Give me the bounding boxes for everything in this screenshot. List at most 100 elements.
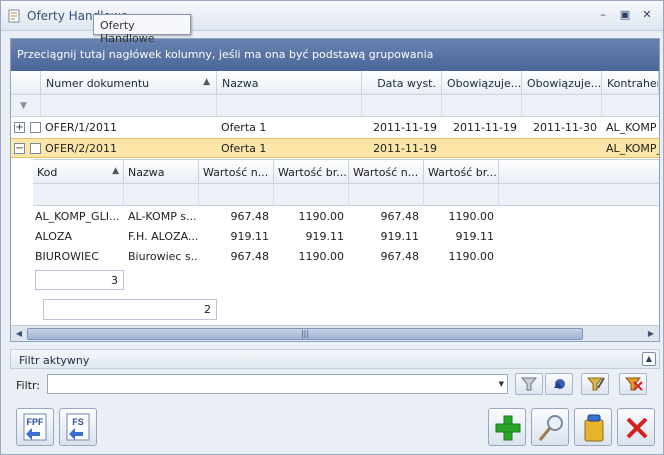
close-window-button[interactable]: ✕ <box>639 7 655 23</box>
filter-cell-nazwa[interactable] <box>217 95 362 117</box>
filter-panel-header: Filtr aktywny ▲ <box>10 349 660 369</box>
sub-filter-cell-v2[interactable] <box>274 184 349 206</box>
table-row-selected[interactable]: − OFER/2/2011 Oferta 1 2011-11-19 AL_KOM… <box>11 138 659 158</box>
sub-column-header-empty <box>499 160 659 184</box>
cell-value: 1190.00 <box>448 210 495 223</box>
cell-kod: BIUROWIEC <box>35 250 99 263</box>
sub-column-header-wartosc-brutto[interactable]: Wartość br... <box>274 160 349 184</box>
cell-value: 967.48 <box>230 250 270 263</box>
fs-document-icon: FS <box>66 413 90 441</box>
chevron-down-icon[interactable]: ▼ <box>499 380 504 388</box>
row-checkbox[interactable] <box>30 122 41 133</box>
sub-filter-cell-v4[interactable] <box>424 184 499 206</box>
column-header-data-wyst[interactable]: Data wyst. <box>362 71 442 95</box>
cell-numer: OFER/2/2011 <box>45 142 117 155</box>
cell-kod: AL_KOMP_GLI... <box>35 210 120 223</box>
column-header-label: Numer dokumentu <box>46 77 150 90</box>
column-header-label: Wartość br... <box>278 166 347 179</box>
expand-icon[interactable]: + <box>14 122 25 133</box>
cell-nazwa: Oferta 1 <box>221 142 267 155</box>
cell-value: 919.11 <box>380 230 420 243</box>
search-button[interactable] <box>531 408 569 446</box>
cell-value: 1190.00 <box>298 250 345 263</box>
funnel-edit-icon <box>586 377 605 391</box>
collapse-icon[interactable]: − <box>14 143 25 154</box>
column-header-label: Nazwa <box>128 166 165 179</box>
scrollbar-thumb[interactable]: ||| <box>27 328 583 340</box>
oferty-handlowe-window: Oferty Handlowe – ▣ ✕ Przeciągnij tutaj … <box>0 0 664 455</box>
filter-button[interactable] <box>515 373 543 395</box>
cell-kod: ALOZA <box>35 230 72 243</box>
cell-nazwa: Oferta 1 <box>221 121 267 134</box>
column-header-label: Kontrahen <box>607 77 659 90</box>
close-button[interactable] <box>617 408 655 446</box>
table-row[interactable]: + OFER/1/2011 Oferta 1 2011-11-19 2011-1… <box>11 118 659 138</box>
cell-value: 967.48 <box>380 210 420 223</box>
filter-cell-numer[interactable] <box>41 95 217 117</box>
sub-filter-cell-kod[interactable] <box>33 184 124 206</box>
sub-filter-empty <box>499 184 659 206</box>
cell-nazwa: F.H. ALOZA... <box>128 230 199 243</box>
scroll-left-icon[interactable]: ◀ <box>13 328 25 340</box>
column-header-obowiazuje-od[interactable]: Obowiązuje... <box>442 71 522 95</box>
filter-cell-od[interactable] <box>442 95 522 117</box>
column-header-nazwa[interactable]: Nazwa <box>217 71 362 95</box>
horizontal-scrollbar[interactable]: ◀ ||| ▶ <box>11 325 659 341</box>
table-row[interactable]: AL_KOMP_GLI... AL-KOMP s... 967.48 1190.… <box>33 207 499 227</box>
cell-value: 1190.00 <box>448 250 495 263</box>
sub-column-header-nazwa[interactable]: Nazwa <box>124 160 199 184</box>
cell-kontrahent: AL_KOMP_ <box>606 142 659 155</box>
filter-settings-button[interactable] <box>581 373 609 395</box>
sub-filter-cell-v3[interactable] <box>349 184 424 206</box>
sub-column-header-wartosc-brutto-2[interactable]: Wartość br... <box>424 160 499 184</box>
fs-button[interactable]: FS <box>59 408 97 446</box>
delete-button[interactable] <box>574 408 612 446</box>
scroll-right-icon[interactable]: ▶ <box>645 328 657 340</box>
column-header-label: Data wyst. <box>377 77 436 90</box>
filter-row: ▼ <box>11 95 659 117</box>
cell-do <box>522 139 600 159</box>
column-header-obowiazuje-do[interactable]: Obowiązuje... <box>522 71 602 95</box>
column-header-label: Wartość n... <box>203 166 269 179</box>
cell-do: 2011-11-30 <box>533 121 597 134</box>
cell-value: 967.48 <box>230 210 270 223</box>
advanced-filter-button[interactable] <box>545 373 573 395</box>
collapse-panel-button[interactable]: ▲ <box>642 352 656 366</box>
column-header-label: Obowiązuje... <box>447 77 522 90</box>
sub-filter-cell-nazwa[interactable] <box>124 184 199 206</box>
cell-value: 1190.00 <box>298 210 345 223</box>
cell-kontrahent: AL_KOMP - <box>606 121 659 134</box>
sub-column-header-kod[interactable]: Kod ▲ <box>33 160 124 184</box>
row-checkbox[interactable] <box>30 143 41 154</box>
filter-label: Filtr: <box>16 379 40 392</box>
fpf-button[interactable]: FPF <box>16 408 54 446</box>
column-header-kontrahent[interactable]: Kontrahen <box>602 71 659 95</box>
sub-filter-cell-v1[interactable] <box>199 184 274 206</box>
clear-filter-button[interactable] <box>619 373 647 395</box>
column-selector-header[interactable] <box>11 71 41 95</box>
filter-cell-data[interactable] <box>362 95 442 117</box>
sub-column-header-wartosc-netto-2[interactable]: Wartość n... <box>349 160 424 184</box>
table-row[interactable]: ALOZA F.H. ALOZA... 919.11 919.11 919.11… <box>33 227 499 247</box>
plus-icon <box>495 415 521 441</box>
sub-column-header-wartosc-netto[interactable]: Wartość n... <box>199 160 274 184</box>
table-row[interactable]: BIUROWIEC Biurowiec s... 967.48 1190.00 … <box>33 247 499 267</box>
filter-combobox[interactable]: ▼ <box>47 374 508 394</box>
filter-panel-label: Filtr aktywny <box>19 354 90 367</box>
filter-cell-do[interactable] <box>522 95 602 117</box>
cell-data: 2011-11-19 <box>373 142 437 155</box>
add-button[interactable] <box>488 408 526 446</box>
funnel-clear-icon <box>624 377 643 391</box>
filter-cell-kontrahent[interactable] <box>602 95 659 117</box>
document-icon <box>8 9 20 23</box>
minimize-button[interactable]: – <box>595 7 611 23</box>
maximize-button[interactable]: ▣ <box>617 7 633 23</box>
column-header-numer-dokumentu[interactable]: Numer dokumentu ▲ <box>41 71 217 95</box>
cell-nazwa: AL-KOMP s... <box>128 210 197 223</box>
cell-value: 919.11 <box>305 230 345 243</box>
cell-od: 2011-11-19 <box>453 121 517 134</box>
magnifier-icon <box>538 415 563 441</box>
grid-count-footer: 2 <box>43 299 217 320</box>
tooltip: Oferty Handlowe <box>93 14 191 45</box>
column-header-label: Wartość n... <box>353 166 419 179</box>
